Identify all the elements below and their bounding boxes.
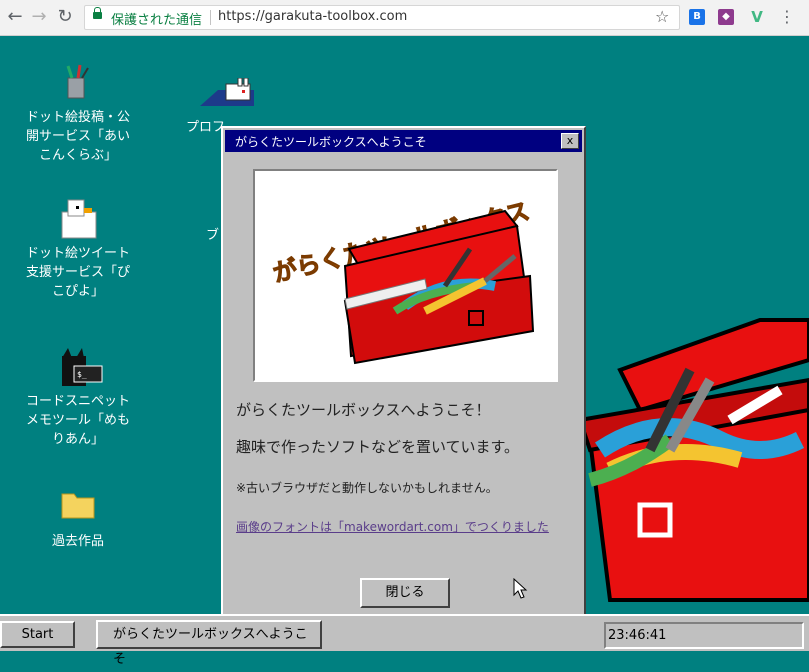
menu-dots-icon[interactable]: ⋮ (776, 6, 798, 28)
svg-text:$_: $_ (77, 370, 87, 379)
browser-toolbar: ← → ↻ 保護された通信 https://garakuta-toolbox.c… (0, 0, 809, 36)
forward-arrow-icon[interactable]: → (28, 6, 50, 28)
divider (210, 10, 211, 25)
icon-label-line: 支援サービス「ぴ (25, 265, 130, 280)
reload-icon[interactable]: ↻ (54, 6, 76, 28)
extension-translate-icon[interactable]: B (689, 9, 705, 25)
clock: 23:46:41 (604, 622, 804, 649)
icon-label-line: こんくらぶ」 (38, 148, 117, 163)
extension-book-icon[interactable]: ◆ (718, 9, 734, 25)
icon-label-line: 過去作品 (51, 534, 104, 549)
font-credit-link[interactable]: 画像のフォントは「makewordart.com」でつくりました (236, 518, 549, 535)
secure-label: 保護された通信 (111, 13, 203, 28)
icon-label-line: 開サービス「あい (25, 129, 130, 144)
dialog-title: がらくたツールボックスへようこそ (235, 135, 427, 149)
icon-label-line: こぴよ」 (51, 284, 104, 299)
mouse-cursor-icon (513, 578, 528, 599)
desktop-icon-aikonclub[interactable]: ドット絵投稿・公 開サービス「あい こんくらぶ」 (14, 62, 142, 165)
icon-label-line: ドット絵ツイート (25, 246, 130, 261)
dialog-heading: がらくたツールボックスへようこそ！ (236, 401, 491, 419)
welcome-dialog: がらくたツールボックスへようこそ x がらくたツールボックス がらくたツールボッ… (221, 126, 586, 618)
duck-icon (58, 198, 98, 239)
url-text: https://garakuta-toolbox.com (218, 9, 408, 24)
dialog-body: 趣味で作ったソフトなどを置いています。 (236, 438, 520, 456)
desktop-icon-memorian[interactable]: $_ コードスニペット メモツール「めも りあん」 (14, 346, 142, 449)
address-bar[interactable]: 保護された通信 https://garakuta-toolbox.com ☆ (84, 5, 680, 30)
extension-vue-icon[interactable]: V (749, 9, 765, 25)
taskbar-window-button[interactable]: がらくたツールボックスへようこそ (96, 620, 322, 667)
icon-label-line: りあん」 (51, 432, 104, 447)
icon-label-line: メモツール「めも (25, 413, 130, 428)
icon-label-line: ドット絵投稿・公 (25, 110, 130, 125)
folder-icon (58, 486, 98, 526)
back-arrow-icon[interactable]: ← (4, 6, 26, 28)
pencil-cup-icon (58, 62, 98, 102)
close-button[interactable]: 閉じる (360, 578, 450, 608)
bookmark-star-icon[interactable]: ☆ (655, 7, 669, 26)
lock-icon (93, 7, 102, 19)
logo-image: がらくたツールボックス (253, 169, 558, 382)
rabbit-icon (198, 77, 258, 112)
cat-terminal-icon: $_ (58, 346, 103, 386)
dialog-titlebar[interactable]: がらくたツールボックスへようこそ x (225, 130, 582, 152)
desktop-icon-past-works[interactable]: 過去作品 (14, 486, 142, 551)
start-button[interactable]: Start (0, 621, 75, 648)
desktop-icon-picopiyo[interactable]: ドット絵ツイート 支援サービス「ぴ こぴよ」 (14, 198, 142, 301)
taskbar: Start がらくたツールボックスへようこそ 23:46:41 (0, 614, 809, 667)
dialog-note: ※古いブラウザだと動作しないかもしれません。 (236, 481, 498, 495)
icon-label-line: コードスニペット (25, 394, 130, 409)
toolbox-illustration (577, 318, 809, 602)
close-x-button[interactable]: x (561, 133, 579, 149)
